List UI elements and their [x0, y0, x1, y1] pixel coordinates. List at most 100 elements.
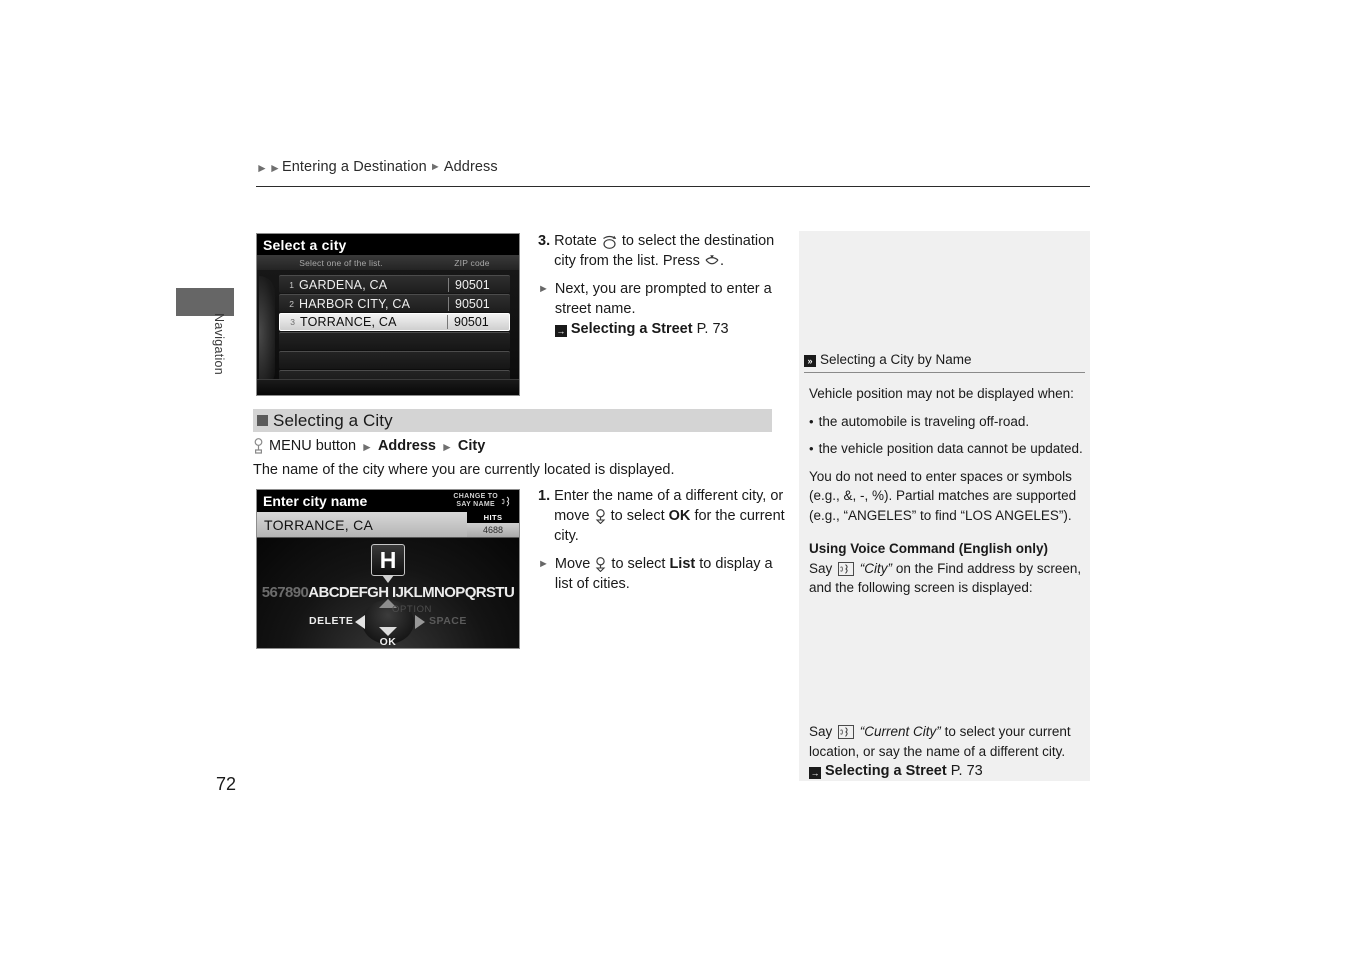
delete-label[interactable]: DELETE [309, 615, 353, 627]
voice-command-phrase: “City” [859, 560, 893, 576]
step-1-text: Enter the name of a different city, or m… [554, 488, 785, 544]
list-item[interactable]: 2 HARBOR CITY, CA 90501 [279, 294, 510, 312]
side-note-bullet: • the automobile is traveling off-road. [809, 412, 1084, 432]
list-item[interactable]: 1 GARDENA, CA 90501 [279, 275, 510, 293]
breadcrumb-item-address: Address [443, 159, 498, 175]
footer-voice-phrase: “Current City” [859, 724, 941, 739]
side-note-bullet: • the vehicle position data cannot be up… [809, 439, 1084, 459]
section-header: Selecting a City [253, 409, 772, 432]
enter-city-title: Enter city name [263, 493, 368, 509]
breadcrumb: ► ► Entering a Destination ► Address [256, 159, 498, 175]
rotate-dial-icon [601, 234, 618, 249]
column-header-zip: ZIP code [454, 257, 490, 268]
screenshot-select-a-city: Select a city Select one of the list. ZI… [256, 233, 520, 396]
menu-path-arrow-icon-2: ► [440, 439, 453, 454]
menu-path: MENU button ► Address ► City [253, 438, 485, 454]
chapter-tab [176, 288, 234, 316]
move-dial-icon-2 [594, 556, 607, 572]
select-city-column-headers: Select one of the list. ZIP code [257, 255, 519, 270]
select-city-title: Select a city [257, 234, 519, 255]
city-name-input[interactable]: TORRANCE, CA HITS 4688 [257, 512, 519, 538]
breadcrumb-arrow-icon-3: ► [429, 161, 441, 173]
step-1-list-bold: List [669, 556, 696, 572]
sub-bullet-arrow-icon: ► [538, 283, 549, 295]
side-note-panel: » Selecting a City by Name Vehicle posit… [799, 231, 1090, 781]
list-item-index: 2 [289, 298, 294, 309]
manual-page: ► ► Entering a Destination ► Address Navigat… [0, 0, 1350, 954]
bullet-dot-icon-2: • [809, 441, 814, 456]
city-name-value: TORRANCE, CA [264, 516, 374, 533]
list-item-city: GARDENA, CA [299, 277, 388, 292]
keyboard-digits: 567890 [261, 584, 309, 601]
list-item-zip: 90501 [448, 296, 510, 311]
ok-label[interactable]: OK [380, 636, 397, 648]
side-note-body: Vehicle position may not be displayed wh… [809, 376, 1084, 598]
menu-button-icon [253, 438, 264, 454]
change-line-2: SAY NAME [456, 501, 495, 508]
list-item-city: TORRANCE, CA [300, 315, 397, 329]
step-1-number: 1. [538, 488, 551, 504]
step-3-substep: Next, you are prompted to enter a street… [554, 279, 786, 339]
menu-path-arrow-icon: ► [361, 439, 373, 454]
menu-path-step-3[interactable]: City [458, 438, 485, 454]
list-item-empty [279, 351, 510, 369]
chapter-label: Navigation [212, 313, 226, 376]
list-item-zip: 90501 [448, 277, 510, 292]
dial-down-arrow-icon[interactable] [379, 627, 397, 636]
cross-reference[interactable]: → Selecting a Street P. 73 [554, 321, 729, 337]
press-dial-icon [704, 254, 720, 269]
dial-right-arrow-icon[interactable] [415, 615, 425, 629]
voice-command-title: Using Voice Command (English only) [809, 541, 1049, 556]
list-item-selected[interactable]: 3 TORRANCE, CA 90501 [279, 313, 510, 331]
voice-command-icon [501, 495, 515, 508]
select-city-list: 1 GARDENA, CA 90501 2 HARBOR CITY, CA 90… [257, 270, 519, 395]
enter-city-title-bar: Enter city name CHANGE TO SAY NAME [257, 490, 519, 512]
step-1-block: 1. Enter the name of a different city, o… [538, 486, 786, 594]
screenshot-enter-city-name: Enter city name CHANGE TO SAY NAME TORRA… [256, 489, 520, 649]
list-item-index: 1 [289, 279, 294, 290]
footer-cross-reference[interactable]: → Selecting a Street P. 73 [809, 763, 983, 779]
change-to-say-name-label[interactable]: CHANGE TO SAY NAME [453, 493, 498, 510]
list-item-index: 3 [290, 317, 295, 327]
cross-reference-label: Selecting a Street [570, 321, 693, 337]
select-city-footer-bar [257, 379, 519, 395]
section-title: Selecting a City [273, 410, 393, 430]
option-label: OPTION [392, 604, 433, 615]
sub-bullet-arrow-icon-2: ► [538, 558, 549, 570]
header-divider [256, 186, 1090, 187]
footer-xref-label: Selecting a Street [825, 763, 947, 779]
step-1-ok-bold: OK [668, 508, 691, 524]
column-header-hint: Select one of the list. [299, 257, 383, 268]
list-item-zip: 90501 [447, 315, 509, 329]
dial-left-arrow-icon[interactable] [355, 615, 365, 629]
side-note-bullet-text: the vehicle position data cannot be upda… [818, 441, 1083, 456]
footer-xref-page: P. 73 [950, 763, 983, 779]
step-3-text: Rotate to select the destination city fr… [554, 233, 775, 269]
selected-letter: H [371, 544, 405, 576]
change-line-1: CHANGE TO [453, 492, 498, 500]
side-note-intro: Vehicle position may not be displayed wh… [809, 386, 1074, 401]
step-3-sub-text: Next, you are prompted to enter a street… [554, 281, 772, 317]
voice-command-icon-boxed [838, 561, 855, 576]
step-1-substep: Move to select List to display a list of… [554, 556, 773, 592]
side-note-heading-row: » Selecting a City by Name [799, 352, 1090, 367]
voice-command-icon-boxed-2 [838, 725, 855, 739]
side-note-footer: Say “Current City” to select your curren… [809, 724, 1071, 779]
side-note-bullet-text: the automobile is traveling off-road. [818, 413, 1030, 429]
list-item-empty [279, 332, 510, 350]
breadcrumb-arrow-icon: ► [256, 160, 268, 175]
breadcrumb-arrow-icon-2: ► [268, 160, 281, 175]
breadcrumb-item-destination: Entering a Destination [281, 159, 427, 175]
menu-path-step-2[interactable]: Address [378, 438, 436, 454]
bullet-dot-icon: • [809, 413, 814, 429]
cross-reference-icon: → [554, 325, 567, 337]
hits-label: HITS [467, 512, 519, 523]
side-note-icon: » [804, 354, 816, 367]
side-note-divider [804, 372, 1085, 373]
on-screen-keyboard: H 567890ABCDEFGH IJKLMNOPQRSTU OPTION DE… [257, 538, 519, 648]
page-number: 72 [216, 774, 237, 794]
space-label[interactable]: SPACE [429, 615, 467, 627]
side-note-paragraph: You do not need to enter spaces or symbo… [809, 468, 1077, 523]
step-3-number: 3. [538, 233, 551, 249]
move-dial-icon [594, 508, 607, 524]
